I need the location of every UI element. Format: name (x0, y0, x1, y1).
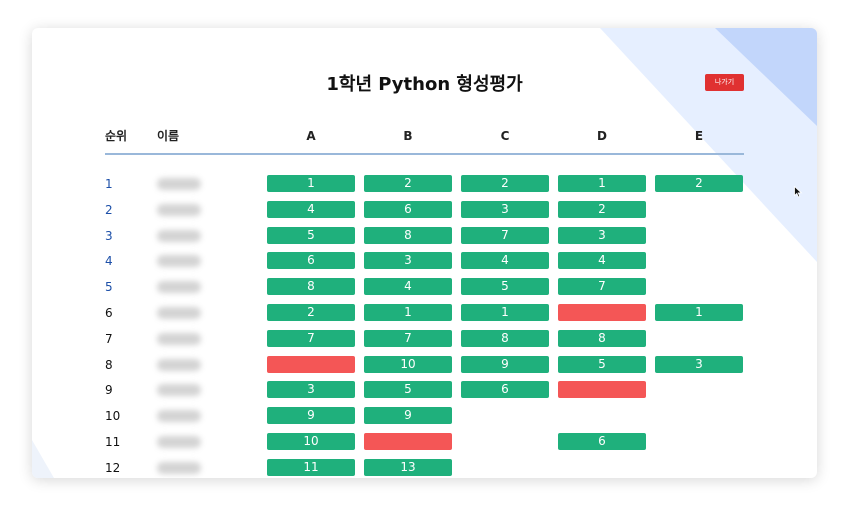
score-cell-solved: 1 (461, 304, 549, 321)
score-cell-solved: 8 (461, 330, 549, 347)
page-title: 1학년 Python 형성평가 (326, 74, 523, 95)
name-cell-blurred (157, 359, 201, 371)
rank-cell: 7 (105, 332, 113, 346)
score-cell-solved: 11 (267, 459, 355, 476)
rank-cell: 3 (105, 229, 113, 243)
table-row: 77788 (32, 330, 817, 348)
table-row: 62111 (32, 304, 817, 322)
rank-cell: 11 (105, 435, 121, 449)
rank-cell: 12 (105, 461, 121, 475)
score-cell-solved: 3 (558, 227, 646, 244)
rank-cell: 2 (105, 203, 113, 217)
score-cell-solved: 9 (267, 407, 355, 424)
score-cell-solved: 8 (267, 278, 355, 295)
score-cell-solved: 5 (364, 381, 452, 398)
score-cell-failed (364, 433, 452, 450)
score-cell-solved: 2 (461, 175, 549, 192)
name-cell-blurred (157, 255, 201, 267)
score-cell-solved: 1 (364, 304, 452, 321)
rank-cell: 10 (105, 409, 121, 423)
name-cell-blurred (157, 333, 201, 345)
table-row: 35873 (32, 227, 817, 245)
scoreboard-window: 1학년 Python 형성평가 나가기 순위 이름 A B C D E 1122… (32, 28, 817, 478)
name-cell-blurred (157, 436, 201, 448)
score-cell-solved: 9 (364, 407, 452, 424)
header-problem-d[interactable]: D (558, 128, 646, 144)
score-cell-solved: 3 (364, 252, 452, 269)
table-row: 58457 (32, 278, 817, 296)
score-cell-solved: 8 (364, 227, 452, 244)
name-cell-blurred (157, 230, 201, 242)
rank-cell: 1 (105, 177, 113, 191)
score-cell-solved: 6 (364, 201, 452, 218)
score-cell-solved: 3 (267, 381, 355, 398)
table-row: 46344 (32, 252, 817, 270)
score-cell-solved: 2 (558, 201, 646, 218)
score-cell-solved: 1 (267, 175, 355, 192)
score-cell-solved: 3 (461, 201, 549, 218)
header-problem-a[interactable]: A (267, 128, 355, 144)
score-cell-solved: 2 (364, 175, 452, 192)
score-cell-solved: 3 (655, 356, 743, 373)
score-cell-solved: 6 (558, 433, 646, 450)
table-row: 24632 (32, 201, 817, 219)
score-cell-solved: 7 (364, 330, 452, 347)
header-problem-b[interactable]: B (364, 128, 452, 144)
score-cell-solved: 2 (655, 175, 743, 192)
header-name: 이름 (157, 129, 180, 143)
score-cell-failed (558, 304, 646, 321)
score-cell-solved: 7 (461, 227, 549, 244)
rank-cell: 5 (105, 280, 113, 294)
rank-cell: 4 (105, 254, 113, 268)
header-rank: 순위 (105, 129, 128, 143)
score-cell-solved: 1 (558, 175, 646, 192)
score-cell-solved: 6 (461, 381, 549, 398)
score-cell-solved: 10 (267, 433, 355, 450)
score-cell-solved: 7 (267, 330, 355, 347)
score-cell-solved: 4 (267, 201, 355, 218)
name-cell-blurred (157, 178, 201, 190)
score-cell-solved: 8 (558, 330, 646, 347)
table-header: 순위 이름 A B C D E (32, 128, 817, 144)
rank-cell: 8 (105, 358, 113, 372)
header-problem-e[interactable]: E (655, 128, 743, 144)
score-cell-solved: 5 (461, 278, 549, 295)
table-row: 9 356 (32, 381, 817, 399)
table-row: 10 9 9 (32, 407, 817, 425)
score-cell-solved: 5 (558, 356, 646, 373)
name-cell-blurred (157, 307, 201, 319)
score-cell-solved: 7 (558, 278, 646, 295)
score-cell-failed (267, 356, 355, 373)
score-cell-solved: 13 (364, 459, 452, 476)
name-cell-blurred (157, 410, 201, 422)
score-cell-solved: 4 (461, 252, 549, 269)
score-cell-solved: 2 (267, 304, 355, 321)
score-cell-solved: 4 (558, 252, 646, 269)
score-cell-solved: 9 (461, 356, 549, 373)
rank-cell: 9 (105, 383, 113, 397)
mouse-pointer-icon (794, 186, 803, 198)
table-row: 112212 (32, 175, 817, 193)
name-cell-blurred (157, 204, 201, 216)
name-cell-blurred (157, 384, 201, 396)
table-row: 12 11 13 (32, 459, 817, 477)
score-cell-solved: 6 (267, 252, 355, 269)
rank-cell: 6 (105, 306, 113, 320)
score-cell-failed (558, 381, 646, 398)
score-cell-solved: 10 (364, 356, 452, 373)
score-cell-solved: 4 (364, 278, 452, 295)
header-problem-c[interactable]: C (461, 128, 549, 144)
score-cell-solved: 1 (655, 304, 743, 321)
header-divider (105, 153, 744, 155)
name-cell-blurred (157, 281, 201, 293)
score-cell-solved: 5 (267, 227, 355, 244)
table-row: 11 10 6 (32, 433, 817, 451)
name-cell-blurred (157, 462, 201, 474)
table-row: 8 10 9 5 3 (32, 356, 817, 374)
exit-button[interactable]: 나가기 (705, 74, 744, 91)
